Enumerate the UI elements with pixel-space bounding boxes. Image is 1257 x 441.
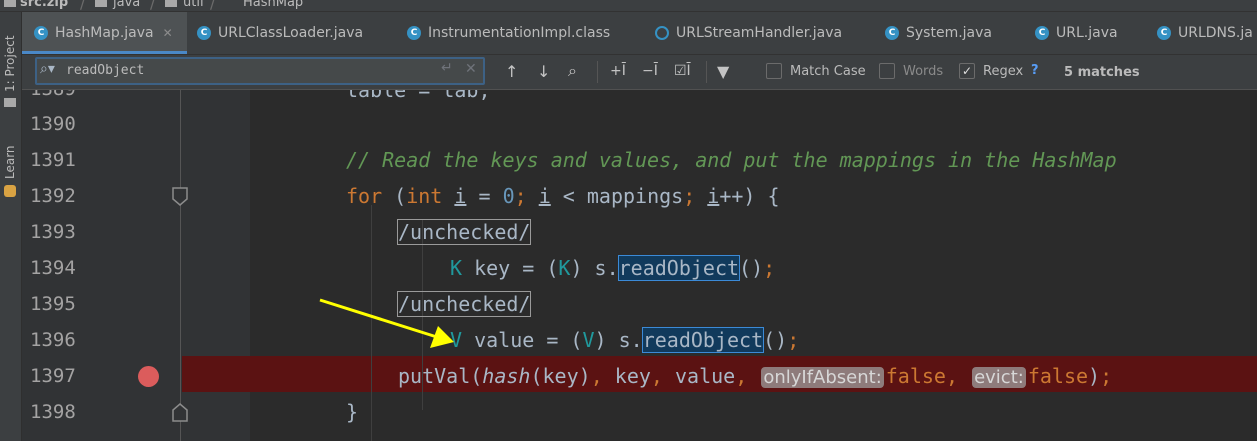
code-editor[interactable]: 1389 1390 1391 1392 1393 1394 1395 1396 … <box>22 90 1257 441</box>
search-field: ⌕▾ ↵ ✕ <box>35 57 485 85</box>
annotation-arrow <box>319 298 454 348</box>
archive-icon <box>4 0 16 7</box>
learn-tool-button[interactable]: Learn <box>3 145 17 179</box>
tab-label: InstrumentationImpl.class <box>428 25 611 41</box>
select-all-occurrences-icon[interactable]: ☑Ī <box>674 59 691 83</box>
folder-icon <box>95 0 107 7</box>
previous-occurrence-icon[interactable]: ↑ <box>505 59 518 83</box>
tab-label: System.java <box>906 25 992 41</box>
find-bar: ⌕▾ ↵ ✕ ↑ ↓ ⌕ +Ī −Ī ☑Ī ▼ Match Case Words… <box>22 55 1257 90</box>
tool-window-strip: 1: Project Learn <box>0 12 22 441</box>
tab-urlstreamhandler[interactable]: URLStreamHandler.java <box>655 12 842 54</box>
words-label[interactable]: Words <box>903 64 943 79</box>
learn-icon <box>4 185 16 197</box>
project-tool-button[interactable]: 1: Project <box>3 35 17 92</box>
breadcrumb-separator: / <box>150 0 156 12</box>
clear-icon[interactable]: ✕ <box>465 61 477 77</box>
words-checkbox[interactable] <box>879 63 895 79</box>
search-history-icon[interactable]: ⌕▾ <box>40 61 55 77</box>
match-case-label[interactable]: Match Case <box>790 64 866 79</box>
breadcrumb-item[interactable]: HashMap <box>243 0 303 10</box>
editor-tabs: C HashMap.java ✕ C URLClassLoader.java C… <box>22 12 1257 55</box>
tab-system[interactable]: C System.java <box>885 12 992 54</box>
regex-help-link[interactable]: ? <box>1031 63 1039 78</box>
tab-label: URLDNS.ja <box>1178 25 1253 41</box>
tab-urlclassloader[interactable]: C URLClassLoader.java <box>197 12 363 54</box>
tab-label: URLStreamHandler.java <box>676 25 843 41</box>
search-input[interactable] <box>66 61 426 79</box>
class-icon: C <box>34 26 48 40</box>
tab-url[interactable]: C URL.java <box>1035 12 1118 54</box>
breadcrumb-separator: / <box>80 0 86 12</box>
match-case-checkbox[interactable] <box>766 63 782 79</box>
filter-icon[interactable]: ▼ <box>717 59 729 83</box>
class-icon: C <box>1157 26 1171 40</box>
class-icon: C <box>407 26 421 40</box>
tab-label: HashMap.java <box>55 25 154 41</box>
class-icon: C <box>197 26 211 40</box>
match-count: 5 matches <box>1064 65 1140 80</box>
tab-label: URL.java <box>1056 25 1118 41</box>
new-line-icon[interactable]: ↵ <box>441 60 453 76</box>
next-occurrence-icon[interactable]: ↓ <box>537 59 550 83</box>
breadcrumb: src.zip / java / util / HashMap <box>0 0 1257 12</box>
toolbar-separator <box>706 61 707 83</box>
breadcrumb-item[interactable]: java <box>113 0 140 10</box>
breadcrumb-item[interactable]: util <box>183 0 204 10</box>
find-all-icon[interactable]: ⌕ <box>568 59 577 83</box>
tab-label: URLClassLoader.java <box>218 25 364 41</box>
tab-urldns[interactable]: C URLDNS.ja <box>1157 12 1253 54</box>
regex-label[interactable]: Regex <box>983 64 1023 79</box>
tab-instrumentationimpl[interactable]: C InstrumentationImpl.class <box>407 12 610 54</box>
tab-hashmap[interactable]: C HashMap.java ✕ <box>22 12 187 54</box>
toolbar-separator <box>597 61 598 83</box>
remove-occurrence-icon[interactable]: −Ī <box>642 59 658 83</box>
regex-checkbox[interactable]: ✓ <box>959 63 975 79</box>
abstract-class-icon <box>655 26 669 40</box>
breadcrumb-item[interactable]: src.zip <box>20 0 68 10</box>
breadcrumb-separator: / <box>210 0 216 12</box>
add-occurrence-icon[interactable]: +Ī <box>610 59 626 83</box>
class-icon: C <box>885 26 899 40</box>
close-icon[interactable]: ✕ <box>163 26 173 40</box>
folder-icon <box>165 0 177 7</box>
folder-icon <box>4 98 16 107</box>
class-icon: C <box>1035 26 1049 40</box>
